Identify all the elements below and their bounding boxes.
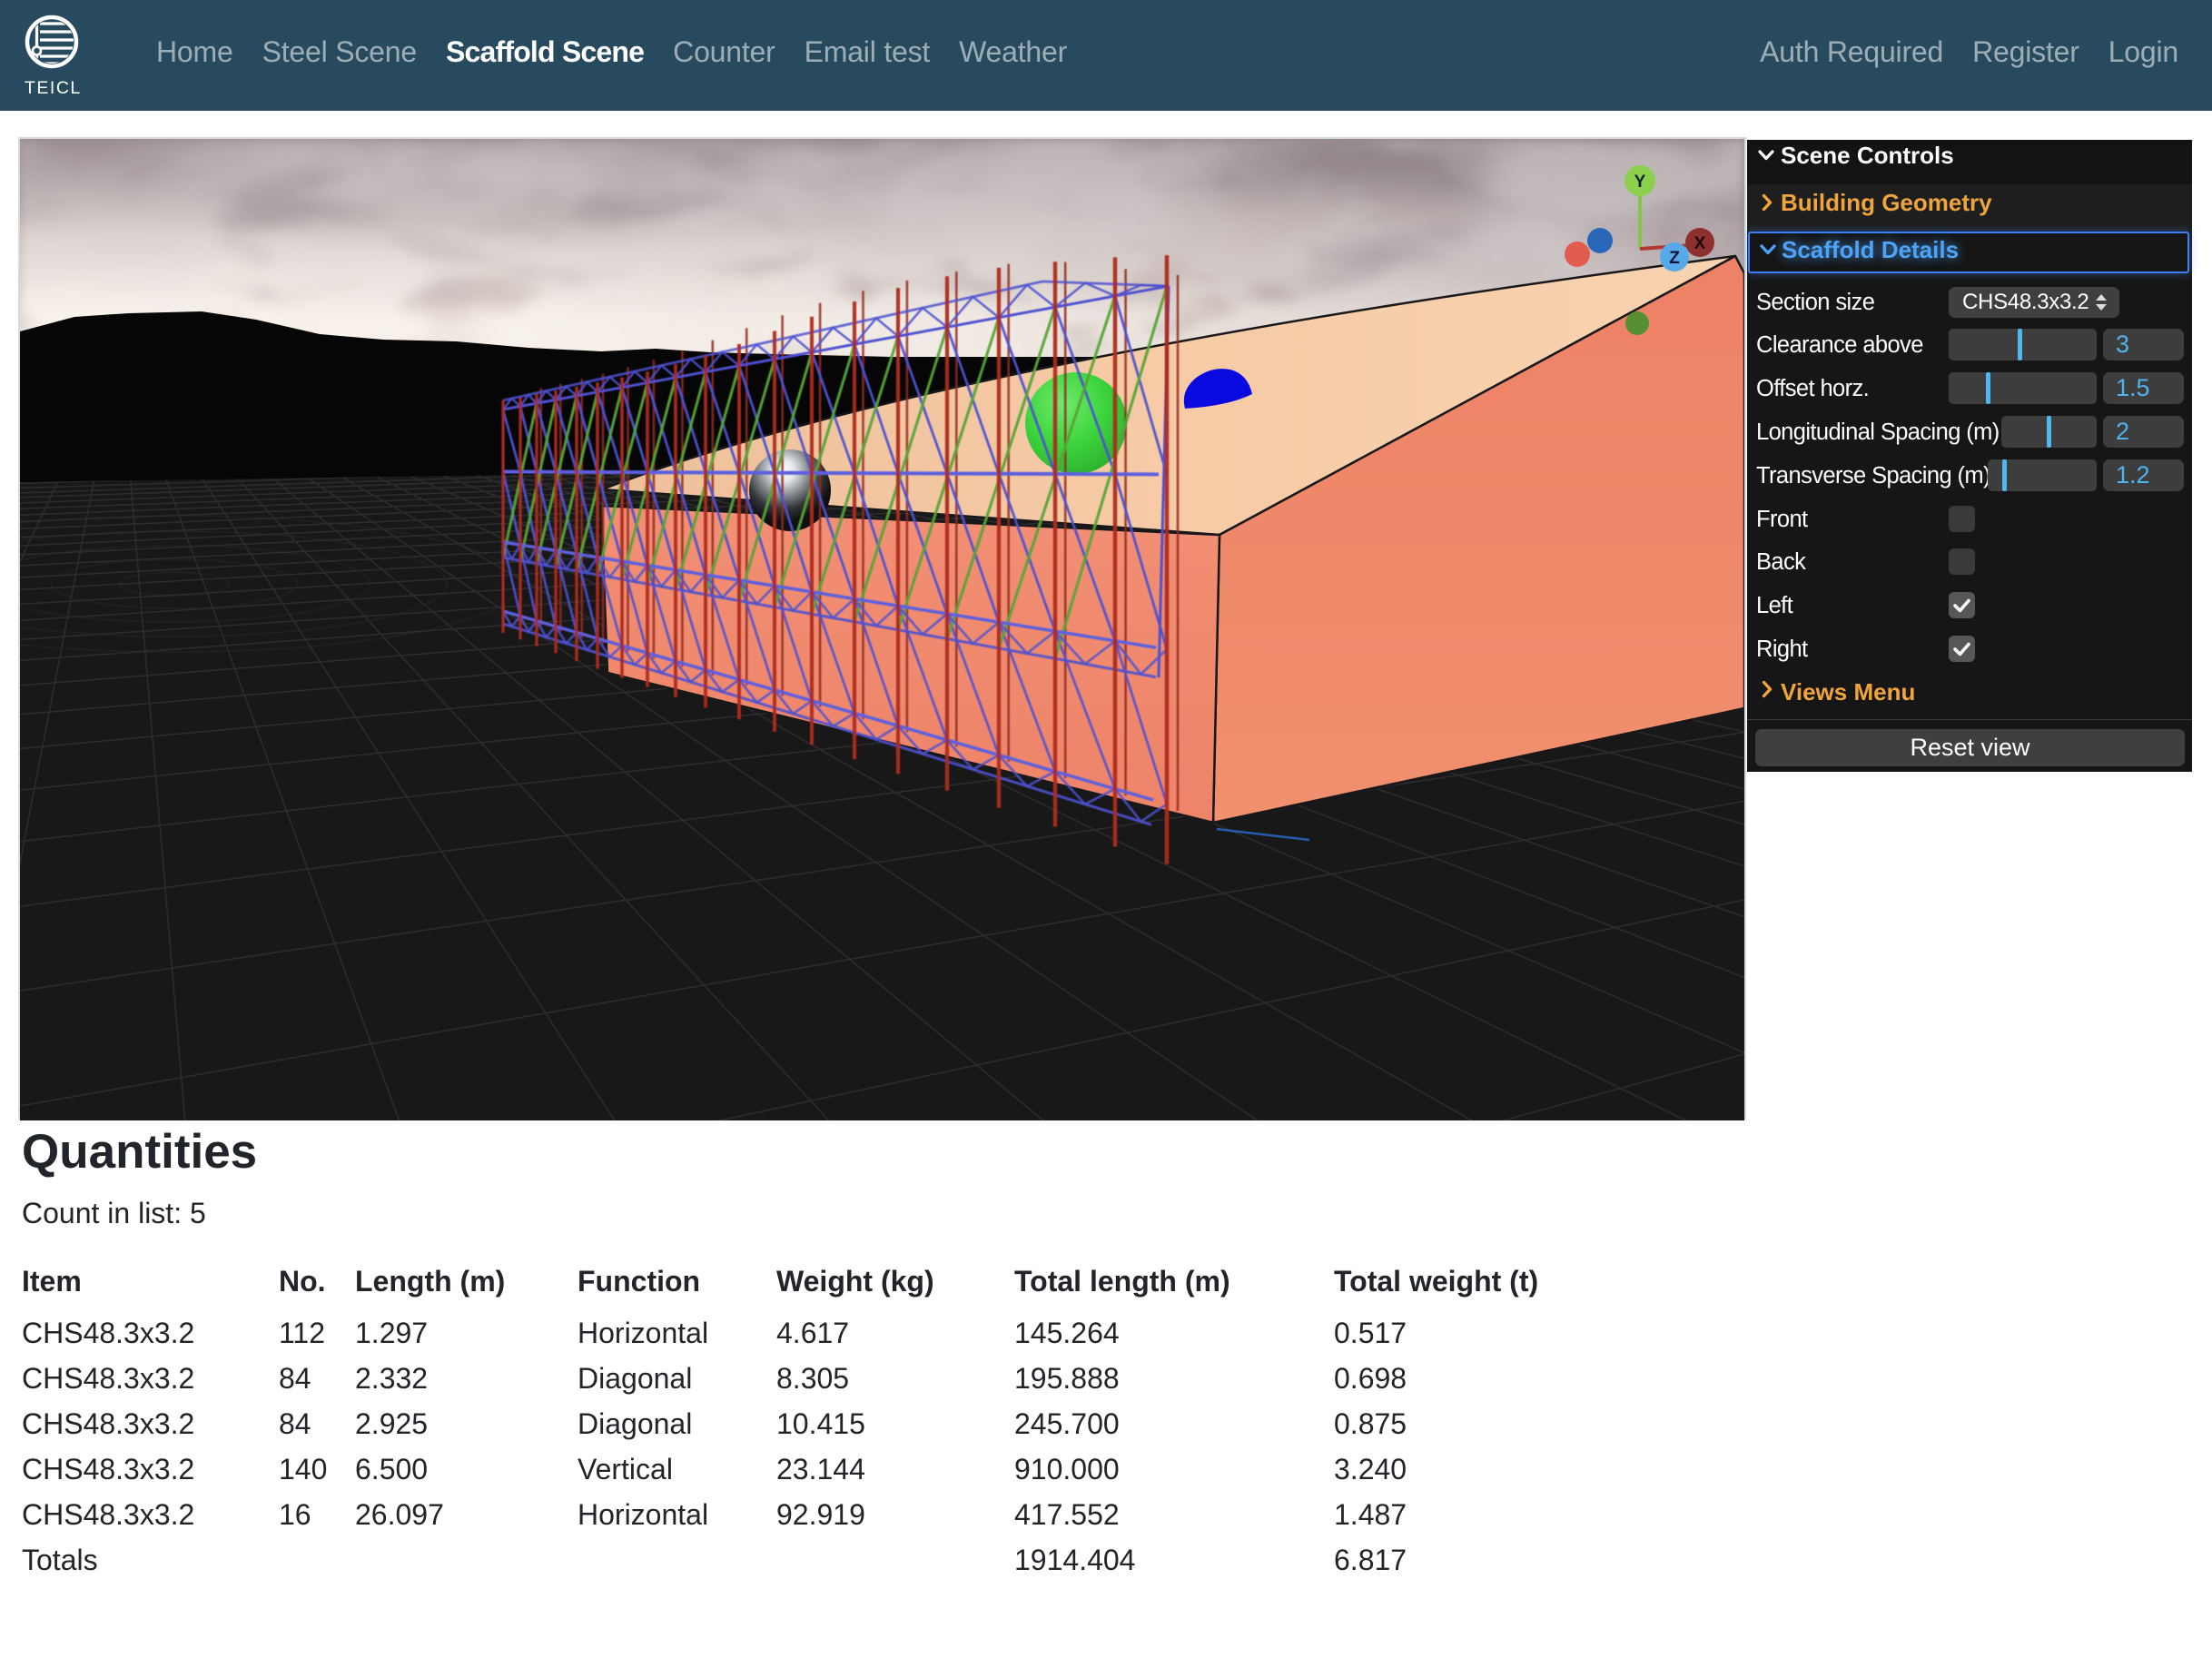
svg-text:Y: Y xyxy=(1634,173,1646,192)
svg-text:X: X xyxy=(1694,234,1706,253)
svg-text:Z: Z xyxy=(1669,249,1680,268)
